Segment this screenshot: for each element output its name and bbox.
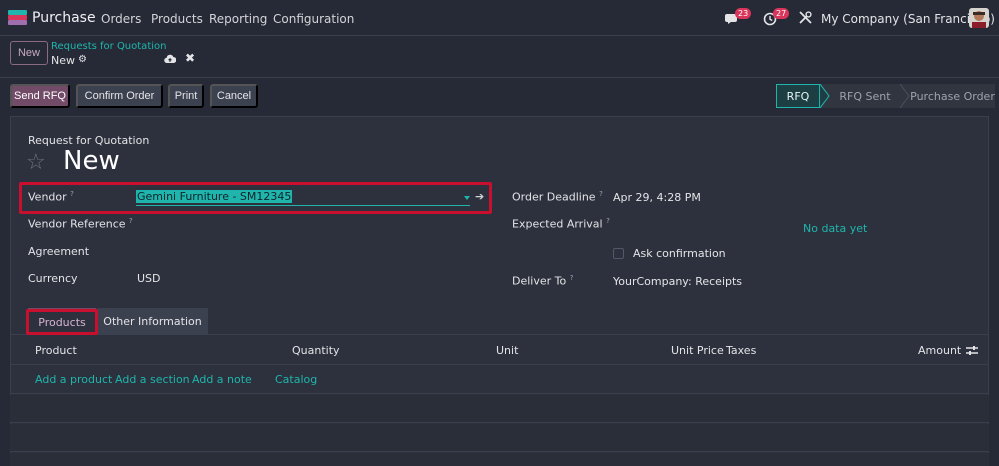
breadcrumb-parent[interactable]: Requests for Quotation [51, 41, 166, 52]
order-deadline-label: Order Deadline ? [512, 190, 603, 204]
add-product-link[interactable]: Add a product [35, 373, 112, 386]
page-title: New [63, 146, 120, 176]
agreement-label: Agreement [28, 245, 90, 258]
table-row [10, 424, 989, 452]
stage-rfq[interactable]: RFQ [776, 84, 820, 108]
ask-confirmation-label[interactable]: Ask confirmation [633, 247, 726, 260]
user-avatar[interactable] [969, 8, 989, 28]
add-note-link[interactable]: Add a note [192, 373, 252, 386]
action-bar: Send RFQ Confirm Order Print Cancel RFQ … [0, 79, 999, 115]
print-button[interactable]: Print [168, 84, 204, 108]
deliver-to-label: Deliver To ? [512, 274, 574, 288]
order-deadline-field[interactable]: Apr 29, 4:28 PM [613, 191, 701, 204]
messages-badge: 23 [735, 8, 752, 19]
breadcrumb-current: New [51, 54, 75, 67]
control-panel: New Requests for Quotation New ⚙ ✖ [0, 36, 999, 78]
arrow-right-icon[interactable]: ➔ [475, 190, 484, 203]
chevron-down-icon[interactable] [464, 196, 470, 200]
column-unit[interactable]: Unit [496, 344, 518, 357]
expected-arrival-label: Expected Arrival ? [512, 217, 610, 231]
ask-confirmation-checkbox[interactable] [613, 248, 624, 259]
column-quantity[interactable]: Quantity [292, 344, 340, 357]
column-product[interactable]: Product [35, 344, 77, 357]
table-row [10, 395, 989, 423]
vendor-value[interactable]: Gemini Furniture - SM12345 [136, 190, 293, 203]
stage-purchase-order[interactable]: Purchase Order [910, 84, 995, 108]
table-row [10, 453, 989, 466]
tab-other-information[interactable]: Other Information [97, 308, 208, 335]
confirm-order-button[interactable]: Confirm Order [76, 84, 163, 108]
gear-icon[interactable]: ⚙ [78, 54, 87, 65]
column-taxes[interactable]: Taxes [726, 344, 756, 357]
top-navbar: Purchase Orders Products Reporting Confi… [0, 0, 999, 36]
deliver-to-field[interactable]: YourCompany: Receipts [613, 275, 742, 288]
star-icon[interactable]: ☆ [26, 150, 46, 175]
catalog-link[interactable]: Catalog [275, 373, 317, 386]
settings-sliders-icon[interactable] [966, 345, 978, 356]
menu-reporting[interactable]: Reporting [209, 12, 267, 26]
column-unit-price[interactable]: Unit Price [671, 344, 724, 357]
app-menu-icon[interactable] [8, 10, 27, 26]
currency-label: Currency [28, 272, 78, 285]
menu-products[interactable]: Products [151, 12, 203, 26]
stage-separator [820, 84, 830, 108]
currency-field[interactable]: USD [137, 272, 161, 285]
menu-configuration[interactable]: Configuration [273, 12, 354, 26]
status-bar: RFQ RFQ Sent Purchase Order [776, 84, 995, 108]
cloud-upload-icon[interactable] [164, 54, 176, 64]
products-tab-highlight-box [26, 309, 98, 335]
close-icon[interactable]: ✖ [185, 51, 195, 65]
column-amount[interactable]: Amount [918, 344, 961, 357]
expected-arrival-value: No data yet [803, 222, 868, 235]
menu-orders[interactable]: Orders [101, 12, 141, 26]
debug-tools-button[interactable] [799, 11, 812, 27]
app-name[interactable]: Purchase [32, 10, 96, 26]
vendor-field[interactable]: Gemini Furniture - SM12345 [136, 189, 470, 206]
tools-icon [799, 11, 812, 24]
activities-badge: 27 [773, 8, 790, 19]
cancel-button[interactable]: Cancel [210, 84, 258, 108]
vendor-reference-label: Vendor Reference ? [28, 217, 133, 231]
stage-separator [900, 84, 910, 108]
send-rfq-button[interactable]: Send RFQ [10, 84, 70, 108]
new-button[interactable]: New [10, 41, 48, 65]
add-section-link[interactable]: Add a section [115, 373, 190, 386]
vendor-label: Vendor ? [28, 190, 74, 204]
stage-rfq-sent[interactable]: RFQ Sent [830, 84, 900, 108]
